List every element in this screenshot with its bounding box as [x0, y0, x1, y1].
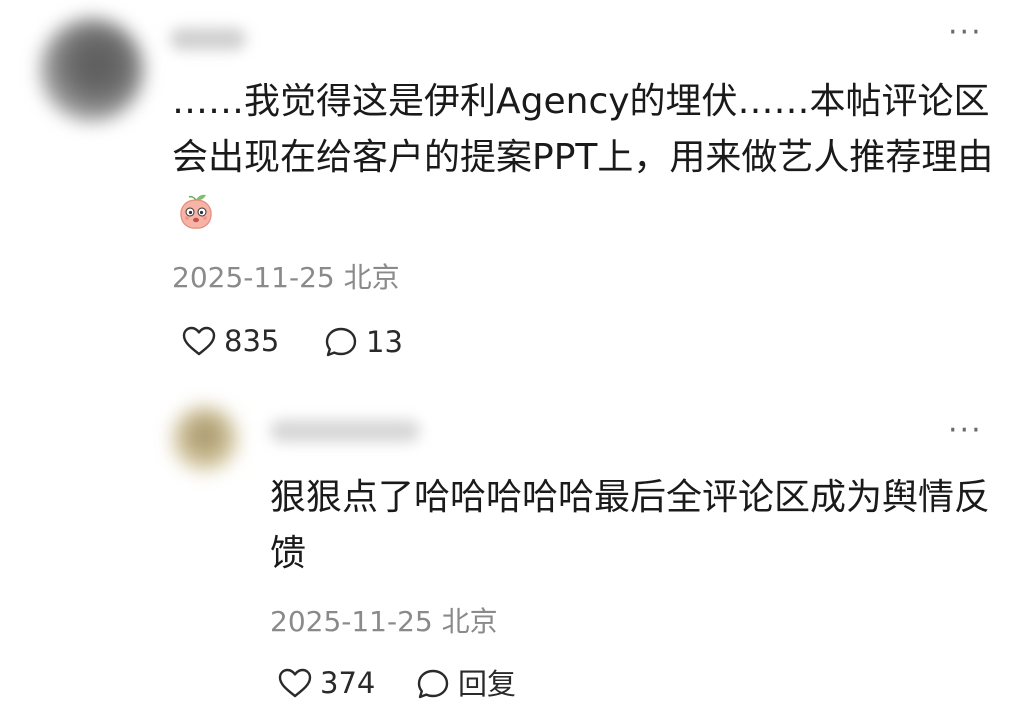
- like-button[interactable]: 835: [182, 326, 279, 356]
- reply-more-options-icon[interactable]: ···: [948, 416, 983, 446]
- avatar[interactable]: [40, 18, 144, 122]
- more-options-icon[interactable]: ···: [948, 18, 983, 48]
- reply-username-blurred[interactable]: [270, 420, 420, 442]
- comment-meta: 2025-11-25 北京: [172, 264, 400, 292]
- reply-label: 回复: [458, 666, 517, 701]
- reply-like-count: 374: [320, 665, 376, 700]
- heart-icon: [278, 668, 312, 698]
- reply-avatar[interactable]: [172, 406, 238, 472]
- reply-date: 2025-11-25: [270, 605, 433, 638]
- comment-body: ……我觉得这是伊利Agency的埋伏……本帖评论区会出现在给客户的提案PPT上，…: [172, 81, 994, 178]
- reply-count: 13: [366, 324, 403, 359]
- speech-bubble-icon: [417, 669, 449, 699]
- heart-icon: [182, 326, 216, 356]
- comment-date: 2025-11-25: [172, 261, 335, 294]
- username-blurred[interactable]: [170, 28, 246, 50]
- comment-text: ……我觉得这是伊利Agency的埋伏……本帖评论区会出现在给客户的提案PPT上，…: [172, 74, 1002, 242]
- speech-bubble-icon: [325, 327, 357, 357]
- reply-like-button[interactable]: 374: [278, 668, 375, 698]
- reply-text: 狠狠点了哈哈哈哈哈最后全评论区成为舆情反馈: [270, 477, 991, 574]
- reply-reply-button[interactable]: 回复: [416, 668, 516, 700]
- reply-button[interactable]: 13: [324, 326, 403, 358]
- reply-meta: 2025-11-25 北京: [270, 608, 498, 636]
- like-count: 835: [224, 323, 280, 358]
- reply-location: 北京: [441, 605, 498, 638]
- peach-face-emoji-icon: [180, 194, 212, 229]
- comment-location: 北京: [343, 261, 400, 294]
